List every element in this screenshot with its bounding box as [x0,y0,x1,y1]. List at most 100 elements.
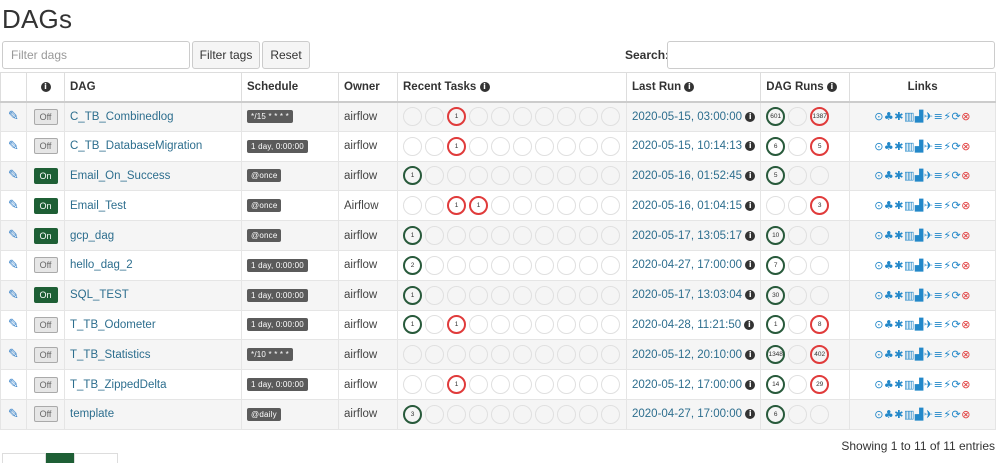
refresh-icon[interactable]: ⟳ [952,378,962,391]
task-state-circle[interactable] [557,285,576,305]
code-icon[interactable]: ≡ [934,199,944,212]
task-state-circle[interactable] [425,107,444,127]
landing-times-icon[interactable]: ▟ [915,199,924,212]
task-state-circle[interactable] [535,404,554,424]
run-state-circle[interactable] [810,285,830,305]
task-state-circle[interactable] [557,136,576,156]
trigger-dag-icon[interactable]: ⊙ [874,169,884,182]
task-state-circle[interactable] [491,136,510,156]
tries-icon[interactable]: ▥ [904,318,915,331]
dag-toggle[interactable]: Off [33,346,58,363]
code-icon[interactable]: ≡ [934,408,944,421]
task-state-circle[interactable] [447,345,466,365]
task-state-circle[interactable] [535,166,554,186]
refresh-icon[interactable]: ⟳ [952,259,962,272]
edit-icon[interactable]: ✎ [8,407,19,422]
run-state-circle[interactable] [788,255,808,275]
graph-view-icon[interactable]: ✱ [894,140,904,153]
logs-icon[interactable]: ⚡ [943,259,951,272]
logs-icon[interactable]: ⚡ [943,318,951,331]
task-state-circle[interactable] [579,285,598,305]
logs-icon[interactable]: ⚡ [943,199,951,212]
tree-view-icon[interactable]: ♣ [884,289,894,302]
tries-icon[interactable]: ▥ [904,408,915,421]
dag-name-link[interactable]: T_TB_ZippedDelta [70,379,167,391]
refresh-icon[interactable]: ⟳ [952,289,962,302]
task-state-circle[interactable]: 1 [403,166,422,186]
task-state-circle[interactable] [403,375,422,395]
gantt-icon[interactable]: ✈ [924,110,934,123]
dag-toggle[interactable]: Off [33,316,58,333]
dag-toggle[interactable]: On [33,287,58,304]
task-state-circle[interactable] [425,255,444,275]
task-state-circle[interactable]: 1 [447,107,466,127]
graph-view-icon[interactable]: ✱ [894,378,904,391]
pagination-next[interactable] [74,453,118,463]
graph-view-icon[interactable]: ✱ [894,348,904,361]
delete-icon[interactable]: ⊗ [961,169,971,182]
task-state-circle[interactable] [579,375,598,395]
dag-toggle[interactable]: Off [33,138,58,155]
task-state-circle[interactable] [447,404,466,424]
task-state-circle[interactable] [425,166,444,186]
trigger-dag-icon[interactable]: ⊙ [874,318,884,331]
last-run-link[interactable]: 2020-05-16, 01:52:45 [632,170,742,182]
task-state-circle[interactable] [601,107,620,127]
run-state-circle[interactable] [766,196,786,216]
filter-dags-input[interactable] [2,41,190,69]
delete-icon[interactable]: ⊗ [961,408,971,421]
landing-times-icon[interactable]: ▟ [915,140,924,153]
graph-view-icon[interactable]: ✱ [894,289,904,302]
run-state-circle[interactable]: 601 [766,107,786,127]
task-state-circle[interactable] [469,226,488,246]
trigger-dag-icon[interactable]: ⊙ [874,110,884,123]
run-state-circle[interactable] [788,315,808,335]
task-state-circle[interactable] [535,107,554,127]
task-state-circle[interactable] [469,285,488,305]
tree-view-icon[interactable]: ♣ [884,199,894,212]
graph-view-icon[interactable]: ✱ [894,110,904,123]
tries-icon[interactable]: ▥ [904,378,915,391]
tree-view-icon[interactable]: ♣ [884,229,894,242]
task-state-circle[interactable] [535,315,554,335]
tries-icon[interactable]: ▥ [904,140,915,153]
tree-view-icon[interactable]: ♣ [884,348,894,361]
task-state-circle[interactable] [469,107,488,127]
landing-times-icon[interactable]: ▟ [915,318,924,331]
dag-name-link[interactable]: T_TB_Odometer [70,319,156,331]
run-state-circle[interactable]: 6 [766,136,786,156]
run-state-circle[interactable]: 7 [766,255,786,275]
col-dag[interactable]: DAG [64,72,242,103]
task-state-circle[interactable] [557,107,576,127]
task-state-circle[interactable] [491,255,510,275]
task-state-circle[interactable] [579,404,598,424]
task-state-circle[interactable] [513,285,532,305]
graph-view-icon[interactable]: ✱ [894,199,904,212]
task-state-circle[interactable] [535,375,554,395]
dag-name-link[interactable]: hello_dag_2 [70,259,133,271]
run-state-circle[interactable]: 1 [766,315,786,335]
pagination-previous[interactable] [2,453,46,463]
task-state-circle[interactable] [557,255,576,275]
code-icon[interactable]: ≡ [934,289,944,302]
refresh-icon[interactable]: ⟳ [952,348,962,361]
run-state-circle[interactable] [810,226,830,246]
task-state-circle[interactable] [469,345,488,365]
task-state-circle[interactable] [469,255,488,275]
delete-icon[interactable]: ⊗ [961,140,971,153]
task-state-circle[interactable] [557,166,576,186]
trigger-dag-icon[interactable]: ⊙ [874,378,884,391]
task-state-circle[interactable] [447,285,466,305]
run-state-circle[interactable]: 14 [766,375,786,395]
gantt-icon[interactable]: ✈ [924,289,934,302]
code-icon[interactable]: ≡ [934,110,944,123]
run-state-circle[interactable] [788,285,808,305]
task-state-circle[interactable]: 1 [447,375,466,395]
task-state-circle[interactable]: 1 [447,136,466,156]
last-run-link[interactable]: 2020-05-17, 13:05:17 [632,230,742,242]
run-state-circle[interactable] [788,375,808,395]
task-state-circle[interactable] [513,315,532,335]
task-state-circle[interactable] [535,136,554,156]
gantt-icon[interactable]: ✈ [924,199,934,212]
search-input[interactable] [667,41,995,69]
